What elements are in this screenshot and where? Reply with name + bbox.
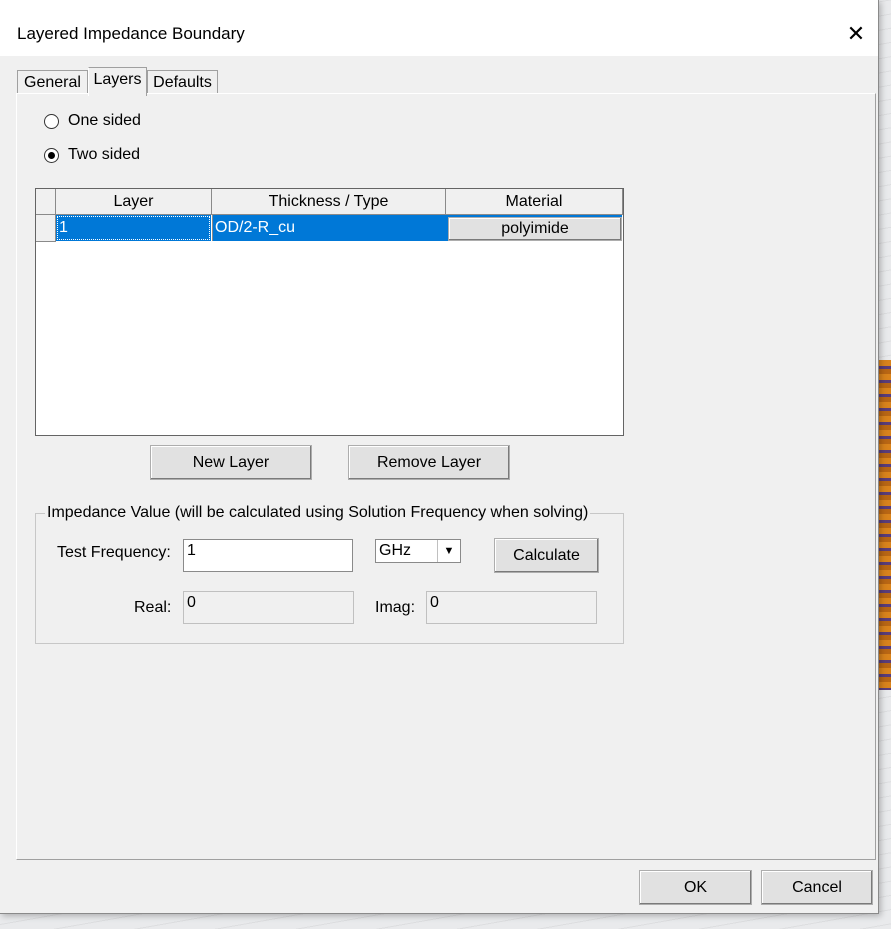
radio-two-sided[interactable]: Two sided: [44, 145, 140, 165]
column-header-material[interactable]: Material: [446, 189, 623, 215]
radio-one-sided[interactable]: One sided: [44, 111, 141, 131]
radio-one-sided-button[interactable]: [44, 113, 59, 129]
column-header-thickness[interactable]: Thickness / Type: [212, 189, 446, 215]
radio-one-sided-label: One sided: [68, 112, 141, 129]
title-bar[interactable]: Layered Impedance Boundary ✕: [0, 0, 878, 56]
real-value-field: 0: [183, 591, 354, 624]
tab-general[interactable]: General: [17, 70, 88, 95]
ok-button[interactable]: OK: [639, 870, 752, 905]
radio-two-sided-label: Two sided: [68, 146, 141, 163]
row-header[interactable]: [36, 215, 56, 242]
chevron-down-icon[interactable]: ▼: [437, 540, 460, 562]
frequency-unit-value: GHz: [379, 542, 411, 559]
tab-defaults[interactable]: Defaults: [147, 70, 218, 95]
radio-two-sided-button[interactable]: [44, 147, 59, 163]
layered-impedance-dialog: Layered Impedance Boundary ✕ General Lay…: [0, 0, 879, 914]
impedance-group: [35, 513, 624, 644]
table-cell-thickness[interactable]: OD/2-R_cu: [212, 215, 446, 241]
tab-layers[interactable]: Layers: [88, 67, 147, 96]
table-cell-layer[interactable]: 1: [56, 215, 211, 241]
remove-layer-button[interactable]: Remove Layer: [348, 445, 510, 480]
column-header-layer[interactable]: Layer: [56, 189, 212, 215]
imag-value-field: 0: [426, 591, 597, 624]
frequency-unit-select[interactable]: GHz ▼: [375, 539, 461, 563]
imag-label: Imag:: [375, 599, 416, 616]
close-icon[interactable]: ✕: [835, 14, 877, 54]
background-artwork-right: [878, 360, 891, 690]
material-button[interactable]: polyimide: [448, 217, 622, 241]
layers-table[interactable]: Layer Thickness / Type Material 1 OD/2-R…: [35, 188, 624, 436]
test-frequency-label: Test Frequency:: [57, 544, 171, 561]
real-label: Real:: [134, 599, 172, 616]
new-layer-button[interactable]: New Layer: [150, 445, 312, 480]
impedance-group-label: Impedance Value (will be calculated usin…: [45, 504, 591, 522]
table-corner-header: [36, 189, 56, 215]
test-frequency-input[interactable]: 1: [183, 539, 353, 572]
calculate-button[interactable]: Calculate: [494, 538, 599, 573]
cancel-button[interactable]: Cancel: [761, 870, 873, 905]
window-title: Layered Impedance Boundary: [17, 24, 245, 43]
